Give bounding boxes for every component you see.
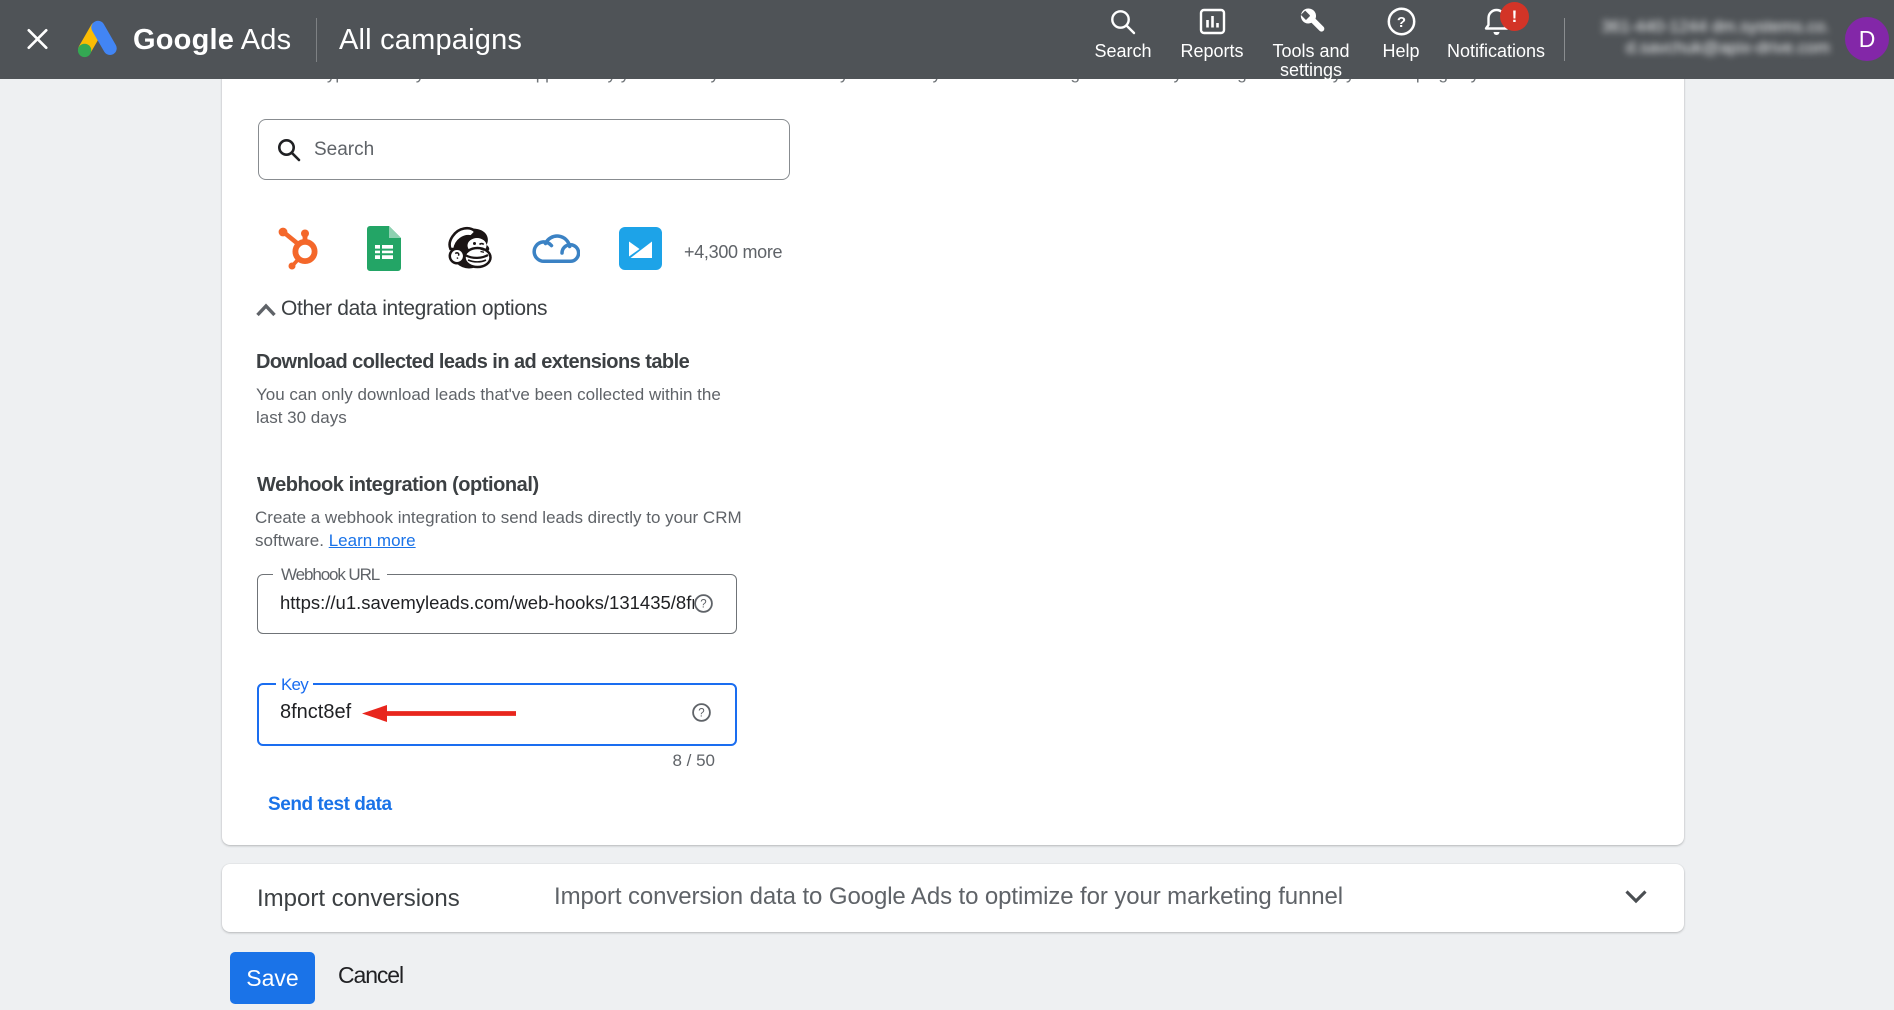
svg-text:?: ? xyxy=(1397,14,1406,31)
svg-text:?: ? xyxy=(700,599,706,611)
svg-text:?: ? xyxy=(698,708,704,720)
